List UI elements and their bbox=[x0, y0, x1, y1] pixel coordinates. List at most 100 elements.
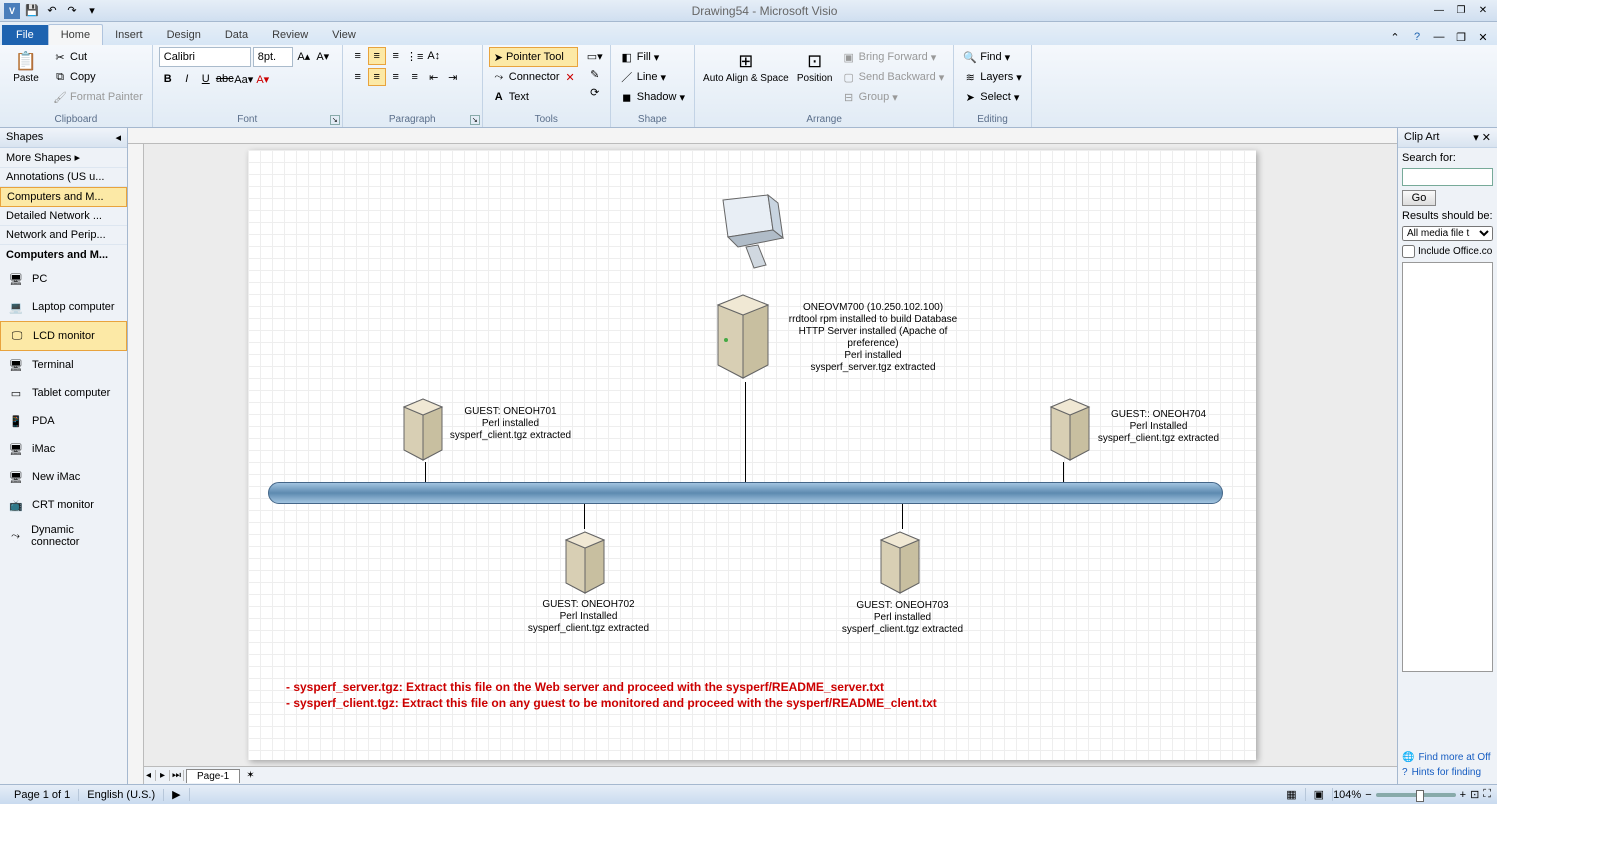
shape-new-imac[interactable]: 🖥New iMac bbox=[0, 463, 127, 491]
status-language[interactable]: English (U.S.) bbox=[79, 789, 164, 801]
save-icon[interactable]: 💾 bbox=[24, 3, 40, 19]
sheet-tab-page1[interactable]: Page-1 bbox=[186, 769, 240, 783]
canvas[interactable]: ONEOVM700 (10.250.102.100) rrdtool rpm i… bbox=[144, 144, 1397, 766]
more-shapes-item[interactable]: More Shapes ▸ bbox=[0, 148, 127, 168]
font-shrink-icon[interactable]: A▾ bbox=[314, 47, 332, 65]
tab-view[interactable]: View bbox=[320, 25, 368, 45]
cut-button[interactable]: ✂Cut bbox=[50, 47, 146, 67]
font-size-combo[interactable] bbox=[253, 47, 293, 67]
clipart-hints-link[interactable]: ?Hints for finding bbox=[1402, 765, 1493, 780]
shape-pda[interactable]: 📱PDA bbox=[0, 407, 127, 435]
underline-button[interactable]: U bbox=[197, 70, 215, 88]
rect-tool-icon[interactable]: ▭▾ bbox=[586, 47, 604, 65]
stencil-detailed-network[interactable]: Detailed Network ... bbox=[0, 207, 127, 226]
zoom-out-button[interactable]: − bbox=[1365, 789, 1371, 801]
zoom-fit-button[interactable]: ⊡ bbox=[1470, 788, 1479, 801]
group-button[interactable]: ⊟Group ▾ bbox=[839, 87, 948, 107]
align-left-button[interactable]: ≡ bbox=[349, 68, 367, 86]
clipart-close-icon[interactable]: ✕ bbox=[1482, 131, 1491, 144]
align-bottom-button[interactable]: ≡ bbox=[387, 47, 405, 65]
line-button[interactable]: ／Line ▾ bbox=[617, 67, 688, 87]
shape-imac[interactable]: 🖥iMac bbox=[0, 435, 127, 463]
view-normal-button[interactable]: ▦ bbox=[1278, 788, 1305, 801]
help-icon[interactable]: ? bbox=[1409, 29, 1425, 45]
clipart-results-select[interactable]: All media file t bbox=[1402, 226, 1493, 241]
tab-file[interactable]: File bbox=[2, 25, 48, 45]
undo-icon[interactable]: ↶ bbox=[44, 3, 60, 19]
shape-pc[interactable]: 🖥PC bbox=[0, 265, 127, 293]
shadow-button[interactable]: ◼Shadow ▾ bbox=[617, 87, 688, 107]
ribbon-restore-icon[interactable]: ❐ bbox=[1453, 29, 1469, 45]
copy-button[interactable]: ⧉Copy bbox=[50, 67, 146, 87]
freeform-tool-icon[interactable]: ✎ bbox=[586, 65, 604, 83]
shape-lcd-monitor[interactable]: 🖵LCD monitor bbox=[0, 321, 127, 351]
tab-next-button[interactable]: ▸ bbox=[156, 770, 170, 781]
shapes-header[interactable]: Shapes◂ bbox=[0, 128, 127, 148]
bring-forward-button[interactable]: ▣Bring Forward ▾ bbox=[839, 47, 948, 67]
shape-dynamic-connector[interactable]: ⤳Dynamic connector bbox=[0, 519, 127, 553]
italic-button[interactable]: I bbox=[178, 70, 196, 88]
find-button[interactable]: 🔍Find ▾ bbox=[960, 47, 1025, 67]
connector-h704-bus[interactable] bbox=[1063, 462, 1064, 482]
minimize-button[interactable]: — bbox=[1429, 4, 1449, 18]
align-top-button[interactable]: ≡ bbox=[349, 47, 367, 65]
tab-review[interactable]: Review bbox=[260, 25, 320, 45]
shape-terminal[interactable]: 🖥Terminal bbox=[0, 351, 127, 379]
strike-button[interactable]: abc bbox=[216, 70, 234, 88]
fullscreen-toggle-button[interactable]: ⛶ bbox=[1483, 788, 1491, 801]
restore-button[interactable]: ❐ bbox=[1451, 4, 1471, 18]
connector-button[interactable]: ⤳Connector ✕ bbox=[489, 67, 578, 87]
clipart-search-input[interactable] bbox=[1402, 168, 1493, 186]
redo-icon[interactable]: ↷ bbox=[64, 3, 80, 19]
shape-monitor-vm700[interactable] bbox=[708, 190, 788, 280]
font-name-combo[interactable] bbox=[159, 47, 251, 67]
orientation-button[interactable]: A↕ bbox=[425, 47, 443, 65]
connector-h702-bus[interactable] bbox=[584, 504, 585, 529]
align-middle-button[interactable]: ≡ bbox=[368, 47, 386, 65]
pointer-tool-button[interactable]: ➤Pointer Tool bbox=[489, 47, 578, 67]
close-button[interactable]: ✕ bbox=[1473, 4, 1493, 18]
label-vm700[interactable]: ONEOVM700 (10.250.102.100) rrdtool rpm i… bbox=[788, 302, 958, 374]
new-sheet-button[interactable]: ✶ bbox=[240, 770, 260, 781]
tab-insert[interactable]: Insert bbox=[103, 25, 155, 45]
label-h701[interactable]: GUEST: ONEOH701Perl installedsysperf_cli… bbox=[448, 406, 573, 442]
fill-button[interactable]: ◧Fill ▾ bbox=[617, 47, 688, 67]
clipart-include-office-checkbox[interactable] bbox=[1402, 245, 1415, 258]
shape-tablet[interactable]: ▭Tablet computer bbox=[0, 379, 127, 407]
bullets-button[interactable]: ⋮≡ bbox=[406, 47, 424, 65]
network-bus[interactable] bbox=[268, 482, 1223, 504]
case-button[interactable]: Aa▾ bbox=[235, 70, 253, 88]
autoalign-button[interactable]: ⊞Auto Align & Space bbox=[701, 47, 791, 86]
connector-h703-bus[interactable] bbox=[902, 504, 903, 529]
clipart-go-button[interactable]: Go bbox=[1402, 190, 1436, 206]
shape-server-h704[interactable] bbox=[1043, 395, 1098, 465]
paragraph-dialog-launcher[interactable]: ↘ bbox=[470, 115, 480, 125]
shape-server-h702[interactable] bbox=[558, 528, 613, 598]
font-dialog-launcher[interactable]: ↘ bbox=[330, 115, 340, 125]
tab-last-button[interactable]: ⏭ bbox=[170, 770, 184, 781]
position-button[interactable]: ⊡Position bbox=[795, 47, 835, 86]
font-grow-icon[interactable]: A▴ bbox=[295, 47, 313, 65]
align-center-button[interactable]: ≡ bbox=[368, 68, 386, 86]
bold-button[interactable]: B bbox=[159, 70, 177, 88]
font-color-button[interactable]: A▾ bbox=[254, 70, 272, 88]
zoom-slider[interactable] bbox=[1376, 793, 1456, 797]
layers-button[interactable]: ≋Layers ▾ bbox=[960, 67, 1025, 87]
clipart-find-more-link[interactable]: 🌐Find more at Off bbox=[1402, 750, 1493, 765]
send-backward-button[interactable]: ▢Send Backward ▾ bbox=[839, 67, 948, 87]
status-macro-icon[interactable]: ▶ bbox=[164, 788, 189, 801]
align-right-button[interactable]: ≡ bbox=[387, 68, 405, 86]
qat-customize-icon[interactable]: ▾ bbox=[84, 3, 100, 19]
label-h704[interactable]: GUEST:: ONEOH704Perl Installedsysperf_cl… bbox=[1096, 409, 1221, 445]
shape-laptop[interactable]: 💻Laptop computer bbox=[0, 293, 127, 321]
note-client[interactable]: - sysperf_client.tgz: Extract this file … bbox=[286, 696, 937, 710]
label-h702[interactable]: GUEST: ONEOH702Perl Installedsysperf_cli… bbox=[526, 599, 651, 635]
ribbon-minimize-icon[interactable]: ⌃ bbox=[1387, 29, 1403, 45]
shape-server-h701[interactable] bbox=[396, 395, 451, 465]
indent-inc-button[interactable]: ⇥ bbox=[444, 68, 462, 86]
text-tool-button[interactable]: AText bbox=[489, 87, 578, 107]
shape-server-h703[interactable] bbox=[873, 528, 928, 598]
rotate-tool-icon[interactable]: ⟳ bbox=[586, 83, 604, 101]
drawing-page[interactable]: ONEOVM700 (10.250.102.100) rrdtool rpm i… bbox=[248, 150, 1256, 760]
connector-h701-bus[interactable] bbox=[425, 462, 426, 482]
